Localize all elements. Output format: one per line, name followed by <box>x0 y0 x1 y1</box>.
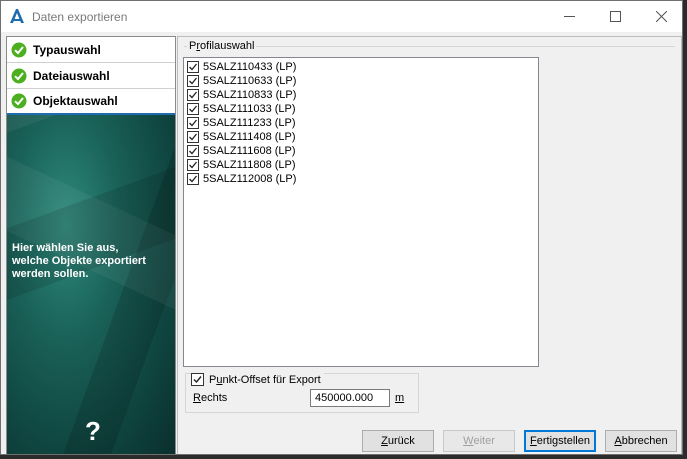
profile-item-label: 5SALZ111808 (LP) <box>203 159 296 171</box>
window-backdrop <box>683 0 687 459</box>
back-button[interactable]: Zurück <box>362 430 434 452</box>
profile-group-label: Profilauswahl <box>187 40 257 52</box>
window-title: Daten exportieren <box>32 10 128 24</box>
minimize-button[interactable] <box>546 1 592 32</box>
checkbox[interactable] <box>187 103 199 115</box>
checkmark-icon <box>189 161 198 169</box>
offset-checkbox[interactable]: Punkt-Offset für Export <box>191 373 324 386</box>
profile-list-item[interactable]: 5SALZ110633 (LP) <box>187 74 296 88</box>
checkbox[interactable] <box>187 173 199 185</box>
finish-button[interactable]: Fertigstellen <box>524 430 596 452</box>
profile-item-label: 5SALZ111608 (LP) <box>203 145 296 157</box>
hint-line: Hier wählen Sie aus, <box>12 242 119 254</box>
close-icon <box>655 11 667 22</box>
step-label: Objektauswahl <box>33 94 118 108</box>
step-label: Typauswahl <box>33 42 101 57</box>
profile-item-label: 5SALZ111233 (LP) <box>203 117 296 129</box>
profile-item-label: 5SALZ112008 (LP) <box>203 173 297 185</box>
title-bar: Daten exportieren <box>1 1 682 32</box>
hint-line: welche Objekte exportiert <box>12 255 146 267</box>
close-button[interactable] <box>638 1 682 32</box>
checkmark-icon <box>189 63 198 71</box>
checkbox[interactable] <box>187 131 199 143</box>
checkbox[interactable] <box>187 145 199 157</box>
profile-item-label: 5SALZ111033 (LP) <box>203 103 296 115</box>
profile-item-label: 5SALZ110433 (LP) <box>203 61 297 73</box>
hint-line: werden sollen. <box>12 268 89 280</box>
checkmark-icon <box>189 175 198 183</box>
next-button[interactable]: Weiter <box>443 430 515 452</box>
export-dialog: Daten exportieren Typauswahl Dateiauswah… <box>0 0 683 455</box>
profile-item-label: 5SALZ111408 (LP) <box>203 131 296 143</box>
maximize-button[interactable] <box>592 1 638 32</box>
step-label: Dateiauswahl <box>33 68 110 83</box>
check-circle-icon <box>11 42 27 57</box>
maximize-icon <box>609 11 621 22</box>
profile-item-label: 5SALZ110633 (LP) <box>203 75 297 87</box>
checkbox[interactable] <box>187 61 199 73</box>
profile-list-item[interactable]: 5SALZ111408 (LP) <box>187 130 296 144</box>
checkmark-icon <box>189 77 198 85</box>
wizard-side-panel: Typauswahl Dateiauswahl Objektauswahl Hi… <box>6 36 176 454</box>
profile-list-item[interactable]: 5SALZ111808 (LP) <box>187 158 296 172</box>
cancel-button[interactable]: Abbrechen <box>605 430 677 452</box>
checkbox[interactable] <box>187 117 199 129</box>
step-objektauswahl[interactable]: Objektauswahl <box>7 89 175 115</box>
checkmark-icon <box>189 147 198 155</box>
unit-label: m <box>395 392 405 404</box>
profile-list-item[interactable]: 5SALZ110433 (LP) <box>187 60 296 74</box>
rechts-field[interactable] <box>310 389 390 407</box>
checkmark-icon <box>189 119 198 127</box>
check-circle-icon <box>11 68 27 83</box>
profile-list[interactable]: 5SALZ110433 (LP) 5SALZ110633 (LP) 5SALZ110… <box>183 57 539 367</box>
checkbox[interactable] <box>187 89 199 101</box>
checkmark-icon <box>189 133 198 141</box>
minimize-icon <box>563 16 575 17</box>
app-logo-icon <box>10 9 24 23</box>
checkmark-icon <box>189 91 198 99</box>
profile-item-label: 5SALZ110833 (LP) <box>203 89 297 101</box>
checkbox[interactable] <box>187 75 199 87</box>
profile-list-item[interactable]: 5SALZ111608 (LP) <box>187 144 296 158</box>
profile-list-item[interactable]: 5SALZ111033 (LP) <box>187 102 296 116</box>
step-dateiauswahl[interactable]: Dateiauswahl <box>7 63 175 89</box>
profile-list-item[interactable]: 5SALZ111233 (LP) <box>187 116 296 130</box>
rechts-label: Rechts <box>193 392 228 404</box>
checkmark-icon <box>193 376 202 384</box>
offset-checkbox-label: Punkt-Offset für Export <box>209 373 321 386</box>
step-hint-text: Hier wählen Sie aus, welche Objekte expo… <box>12 242 172 281</box>
check-circle-icon <box>11 93 27 109</box>
profile-list-item[interactable]: 5SALZ112008 (LP) <box>187 172 296 186</box>
checkmark-icon <box>189 105 198 113</box>
step-typauswahl[interactable]: Typauswahl <box>7 37 175 63</box>
wizard-steps: Typauswahl Dateiauswahl Objektauswahl <box>7 37 175 115</box>
checkbox[interactable] <box>187 159 199 171</box>
profile-list-item[interactable]: 5SALZ110833 (LP) <box>187 88 296 102</box>
checkbox[interactable] <box>191 373 204 386</box>
help-icon[interactable]: ? <box>80 416 106 446</box>
